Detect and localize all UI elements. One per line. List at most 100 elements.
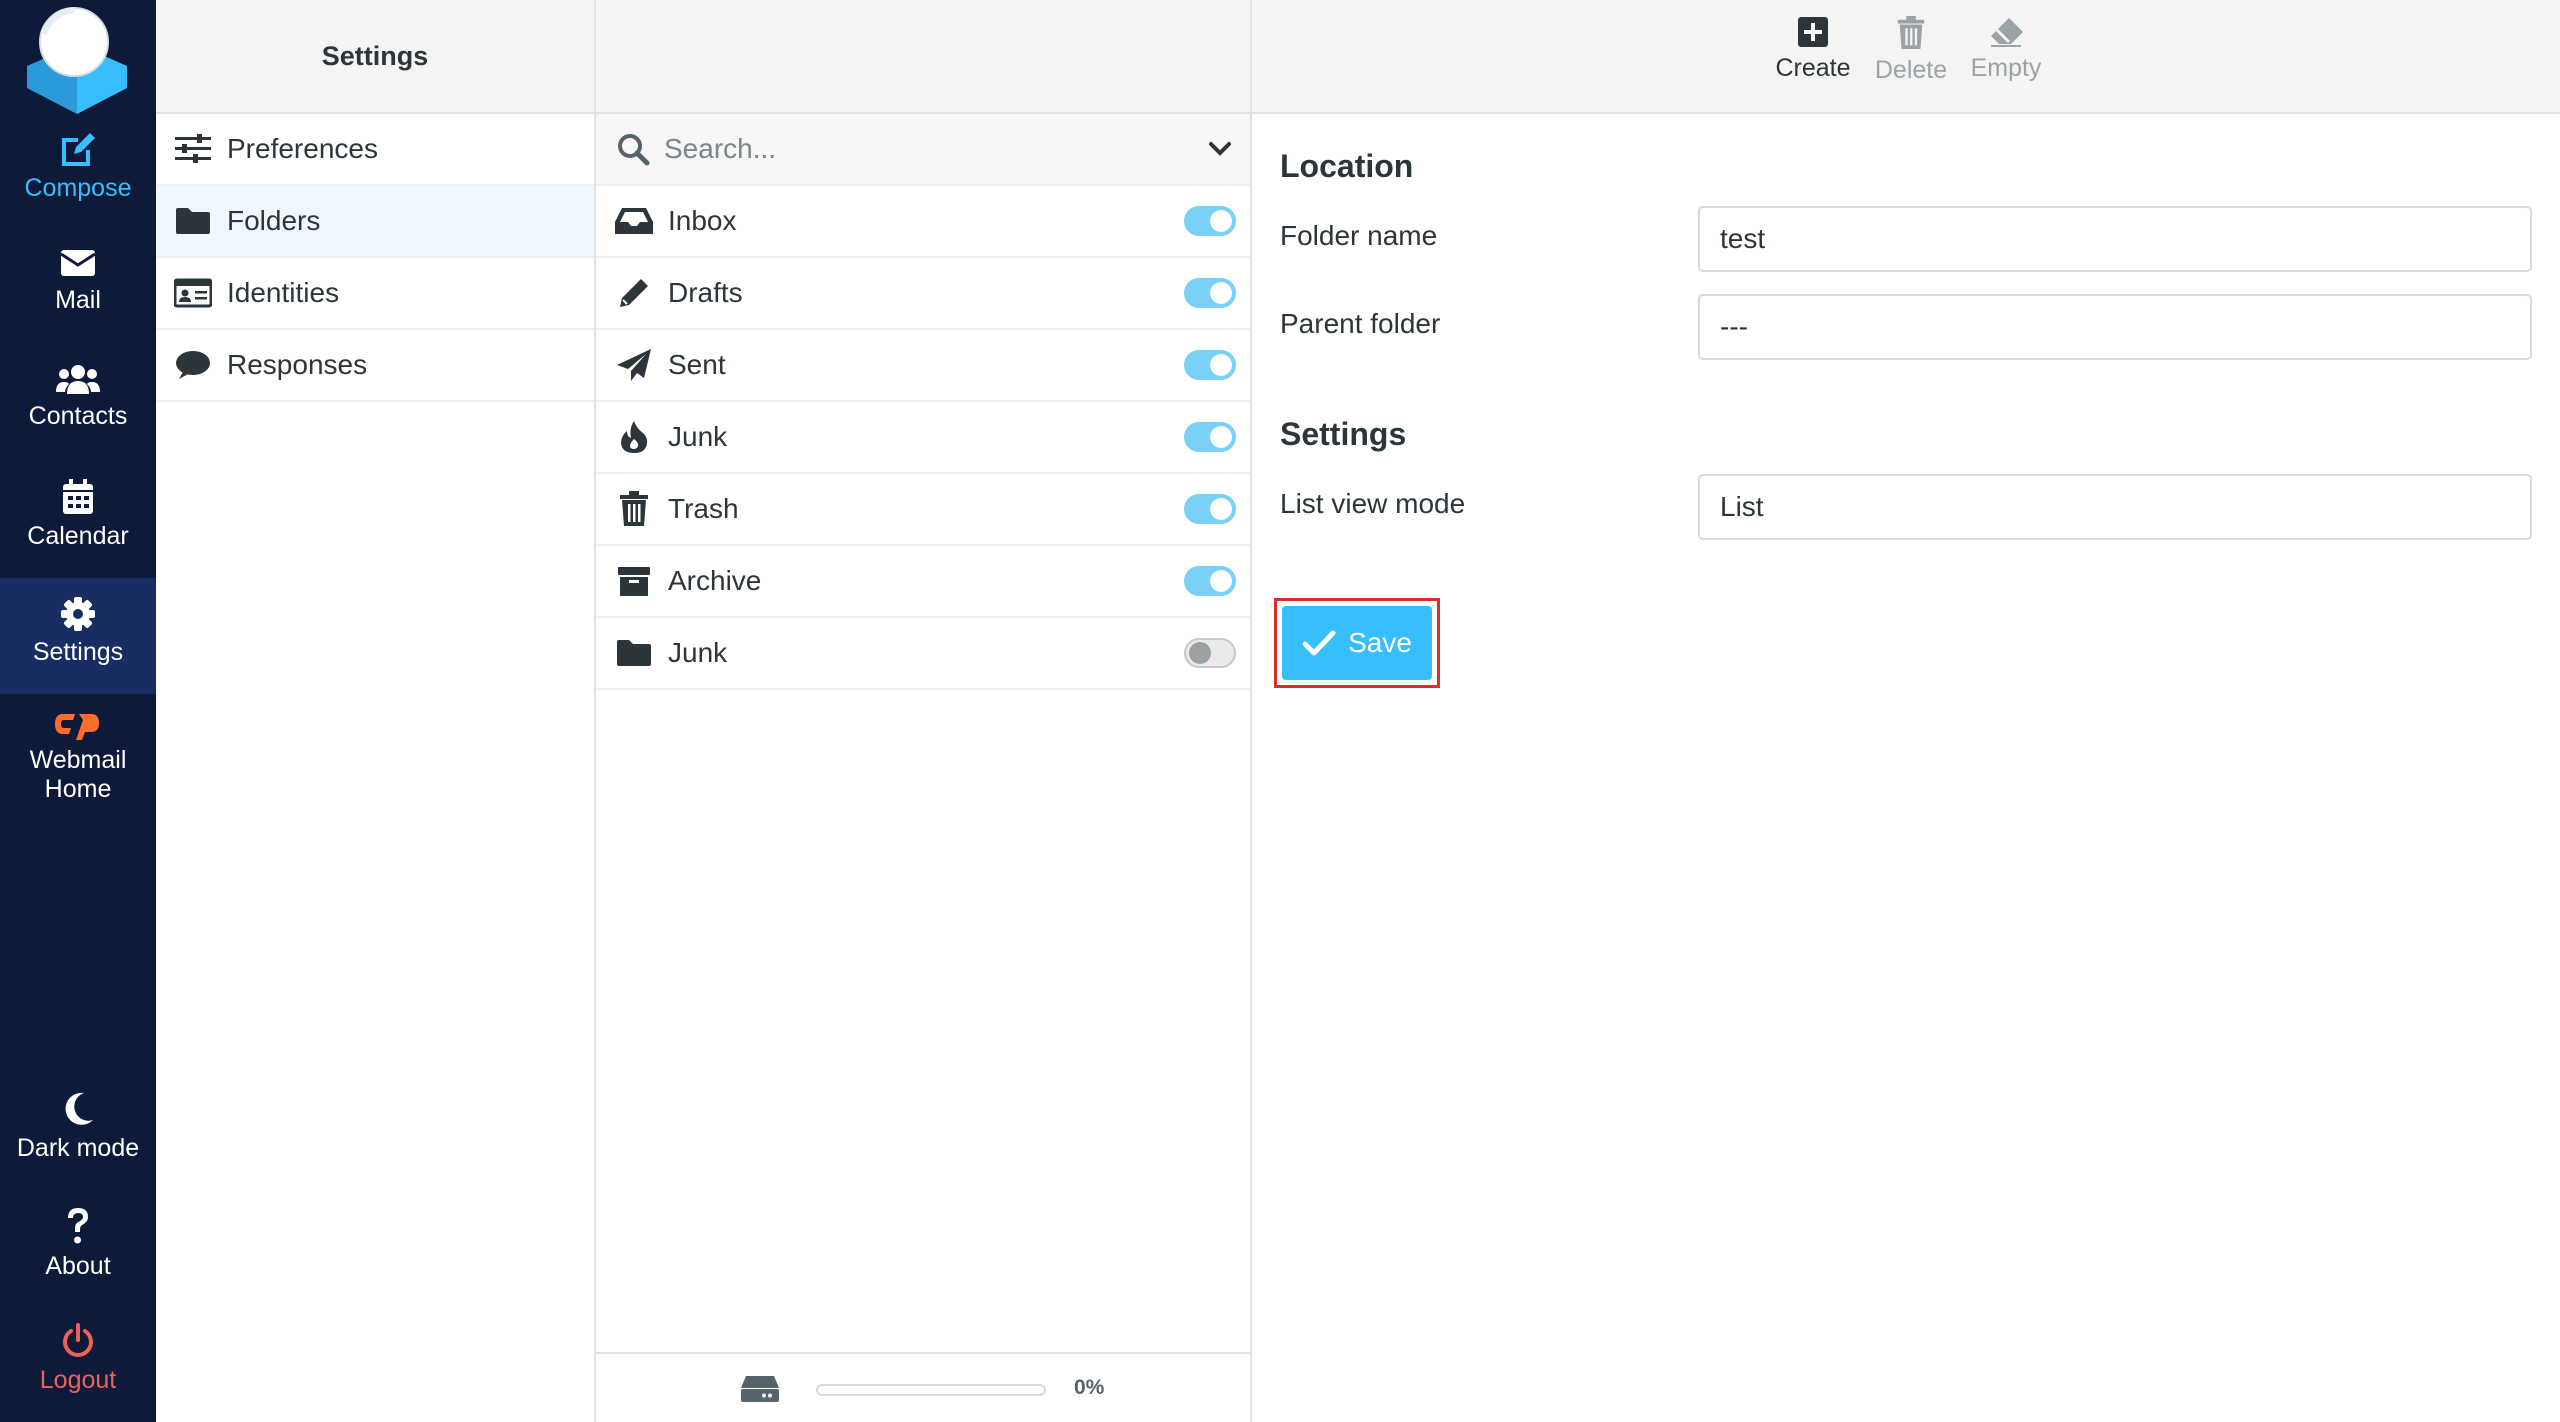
settings-item-identities[interactable]: Identities <box>156 258 594 330</box>
nav-compose-label: Compose <box>24 174 132 202</box>
settings-item-folders[interactable]: Folders <box>156 186 594 258</box>
folder-name: Drafts <box>668 277 743 308</box>
nav-about[interactable]: About <box>0 1206 156 1322</box>
subscribe-toggle[interactable] <box>1184 350 1236 380</box>
calendar-icon <box>63 479 93 514</box>
power-icon <box>63 1323 93 1357</box>
question-icon <box>68 1208 88 1244</box>
quota-percent: 0% <box>1074 1376 1105 1399</box>
nav-contacts[interactable]: Contacts <box>0 362 156 478</box>
cpanel-icon <box>55 714 99 740</box>
envelope-icon <box>60 250 96 276</box>
app-window: Compose Mail Contacts Calendar Settings … <box>0 0 2560 1422</box>
quota-progress-bar <box>816 1384 1046 1396</box>
subscribe-toggle[interactable] <box>1184 638 1236 668</box>
folder-name-input[interactable]: test <box>1698 206 2532 272</box>
nav-about-label: About <box>45 1252 111 1280</box>
nav-mail[interactable]: Mail <box>0 246 156 362</box>
nav-calendar[interactable]: Calendar <box>0 478 156 594</box>
search-icon <box>618 134 650 166</box>
comment-icon <box>174 347 212 383</box>
settings-item-label: Preferences <box>227 133 378 164</box>
subscribe-toggle[interactable] <box>1184 278 1236 308</box>
quota-footer: 0% <box>596 1352 1250 1422</box>
archive-icon <box>614 561 654 601</box>
hard-drive-icon <box>741 1376 779 1402</box>
roundcube-logo <box>27 7 127 114</box>
nav-webmail-home-label-1: Webmail <box>29 746 127 774</box>
folder-name: Junk <box>668 637 728 668</box>
trash-icon <box>614 489 654 529</box>
plus-square-icon <box>1798 17 1828 47</box>
folder-row-drafts[interactable]: Drafts <box>596 258 1250 330</box>
folder-row-junk[interactable]: Junk <box>596 402 1250 474</box>
folder-name: Trash <box>668 493 739 524</box>
gear-icon <box>61 597 95 631</box>
toolbar: Create Delete Empty <box>1252 0 2560 114</box>
subscribe-toggle[interactable] <box>1184 206 1236 236</box>
nav-settings-label: Settings <box>32 638 124 666</box>
list-view-mode-select[interactable]: List <box>1698 474 2532 540</box>
nav-logout[interactable]: Logout <box>0 1322 156 1422</box>
folder-list-panel: Search... Inbox Drafts Sent Junk Trash A… <box>596 0 1252 1422</box>
settings-item-label: Identities <box>227 277 340 308</box>
subscribe-toggle[interactable] <box>1184 422 1236 452</box>
paper-plane-icon <box>614 345 654 385</box>
parent-folder-label: Parent folder <box>1280 308 1441 339</box>
delete-label: Delete <box>1874 56 1948 84</box>
create-button[interactable]: Create <box>1768 16 1858 83</box>
inbox-icon <box>614 201 654 241</box>
folder-row-inbox[interactable]: Inbox <box>596 186 1250 258</box>
folder-name: Archive <box>668 565 762 596</box>
checkmark-icon <box>1302 630 1336 656</box>
settings-item-label: Folders <box>227 205 321 236</box>
fire-icon <box>614 417 654 457</box>
settings-item-preferences[interactable]: Preferences <box>156 114 594 186</box>
folder-name: Junk <box>668 421 728 452</box>
folder-name-label: Folder name <box>1280 220 1438 251</box>
save-highlight-box: Save <box>1274 598 1440 688</box>
id-card-icon <box>174 275 212 311</box>
nav-contacts-label: Contacts <box>28 402 128 430</box>
trash-icon <box>1897 16 1925 50</box>
nav-settings[interactable]: Settings <box>0 578 156 694</box>
main-navigation: Compose Mail Contacts Calendar Settings … <box>0 0 156 1422</box>
nav-calendar-label: Calendar <box>27 522 129 550</box>
folder-icon <box>614 633 654 673</box>
list-view-mode-label: List view mode <box>1280 488 1466 519</box>
nav-logout-label: Logout <box>39 1366 117 1394</box>
folder-row-archive[interactable]: Archive <box>596 546 1250 618</box>
parent-folder-select[interactable]: --- <box>1698 294 2532 360</box>
chevron-down-icon[interactable] <box>1208 141 1232 157</box>
delete-button[interactable]: Delete <box>1866 16 1956 85</box>
settings-panel-header: Settings <box>156 0 594 114</box>
settings-panel-title: Settings <box>321 40 429 71</box>
location-section-title: Location <box>1280 148 1414 184</box>
users-icon <box>56 365 100 394</box>
save-button[interactable]: Save <box>1282 606 1432 680</box>
empty-button[interactable]: Empty <box>1964 16 2048 83</box>
nav-dark-mode[interactable]: Dark mode <box>0 1090 156 1206</box>
moon-icon <box>65 1092 93 1125</box>
folder-search[interactable]: Search... <box>596 114 1250 186</box>
nav-webmail-home-label-2: Home <box>44 775 112 803</box>
nav-webmail-home[interactable]: Webmail Home <box>0 708 156 818</box>
settings-panel: Settings Preferences Folders Identities … <box>156 0 596 1422</box>
folder-name: Sent <box>668 349 726 380</box>
nav-mail-label: Mail <box>55 286 101 314</box>
search-input[interactable]: Search... <box>664 133 1208 165</box>
subscribe-toggle[interactable] <box>1184 566 1236 596</box>
nav-compose[interactable]: Compose <box>0 130 156 246</box>
subscribe-toggle[interactable] <box>1184 494 1236 524</box>
eraser-icon <box>1991 18 2023 47</box>
settings-item-label: Responses <box>227 349 368 380</box>
save-label: Save <box>1348 627 1412 658</box>
pencil-icon <box>614 273 654 313</box>
folder-row-junk-custom[interactable]: Junk <box>596 618 1250 690</box>
settings-section-title: Settings <box>1280 416 1407 452</box>
folder-icon <box>174 203 212 239</box>
folder-row-sent[interactable]: Sent <box>596 330 1250 402</box>
settings-item-responses[interactable]: Responses <box>156 330 594 402</box>
folder-edit-panel: Create Delete Empty Location Folder name… <box>1252 0 2560 1422</box>
folder-row-trash[interactable]: Trash <box>596 474 1250 546</box>
